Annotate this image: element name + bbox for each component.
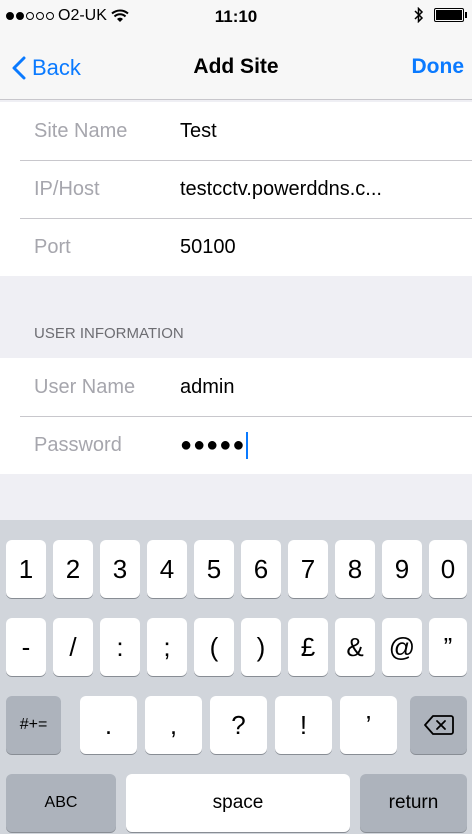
key-pound[interactable]: £ [288, 618, 328, 676]
section-header-user-information: USER INFORMATION [34, 325, 184, 342]
key-5[interactable]: 5 [194, 540, 234, 598]
key-ampersand[interactable]: & [335, 618, 375, 676]
key-8[interactable]: 8 [335, 540, 375, 598]
key-semicolon[interactable]: ; [147, 618, 187, 676]
username-label: User Name [34, 375, 136, 398]
key-hyphen[interactable]: - [6, 618, 46, 676]
navigation-bar: Back Add Site Done [0, 38, 472, 100]
keyboard: 1 2 3 4 5 6 7 8 9 0 - / : ; ( ) £ & @ ” … [0, 520, 472, 834]
key-6[interactable]: 6 [241, 540, 281, 598]
bluetooth-icon [414, 7, 424, 23]
key-close-paren[interactable]: ) [241, 618, 281, 676]
text-cursor [246, 431, 249, 459]
key-2[interactable]: 2 [53, 540, 93, 598]
key-apostrophe[interactable]: ’ [340, 696, 397, 754]
key-colon[interactable]: : [100, 618, 140, 676]
key-exclamation[interactable]: ! [275, 696, 332, 754]
key-at[interactable]: @ [382, 618, 422, 676]
port-row[interactable]: Port 50100 [0, 218, 472, 276]
site-name-row[interactable]: Site Name Test [0, 102, 472, 160]
symbols-key[interactable]: #+= [6, 696, 61, 754]
key-1[interactable]: 1 [6, 540, 46, 598]
key-9[interactable]: 9 [382, 540, 422, 598]
key-slash[interactable]: / [53, 618, 93, 676]
key-period[interactable]: . [80, 696, 137, 754]
key-7[interactable]: 7 [288, 540, 328, 598]
key-3[interactable]: 3 [100, 540, 140, 598]
password-dots: ●●●●● [180, 433, 246, 456]
ip-host-row[interactable]: IP/Host testcctv.powerddns.c... [0, 160, 472, 218]
key-0[interactable]: 0 [429, 540, 467, 598]
return-key[interactable]: return [360, 774, 467, 832]
backspace-key[interactable] [410, 696, 467, 754]
abc-key[interactable]: ABC [6, 774, 116, 832]
ip-host-label: IP/Host [34, 177, 100, 200]
port-label: Port [34, 235, 71, 258]
key-4[interactable]: 4 [147, 540, 187, 598]
key-quote[interactable]: ” [429, 618, 467, 676]
clock: 11:10 [214, 7, 258, 26]
port-field[interactable]: 50100 [180, 236, 236, 259]
done-button[interactable]: Done [412, 55, 465, 79]
ip-host-field[interactable]: testcctv.powerddns.c... [180, 178, 382, 201]
battery-icon [434, 8, 467, 22]
page-title: Add Site [193, 55, 279, 78]
space-key[interactable]: space [126, 774, 350, 832]
site-settings-group: Site Name Test IP/Host testcctv.powerddn… [0, 102, 472, 276]
username-field[interactable]: admin [180, 376, 234, 399]
key-comma[interactable]: , [145, 696, 202, 754]
delete-icon [423, 715, 454, 735]
user-information-group: User Name admin Password ●●●●● [0, 358, 472, 474]
key-open-paren[interactable]: ( [194, 618, 234, 676]
username-row[interactable]: User Name admin [0, 358, 472, 416]
password-field[interactable]: ●●●●● [180, 431, 249, 459]
key-question[interactable]: ? [210, 696, 267, 754]
password-row[interactable]: Password ●●●●● [0, 416, 472, 474]
password-label: Password [34, 433, 122, 456]
site-name-field[interactable]: Test [180, 120, 217, 143]
site-name-label: Site Name [34, 119, 128, 142]
status-bar: O2-UK 11:10 [0, 0, 472, 38]
